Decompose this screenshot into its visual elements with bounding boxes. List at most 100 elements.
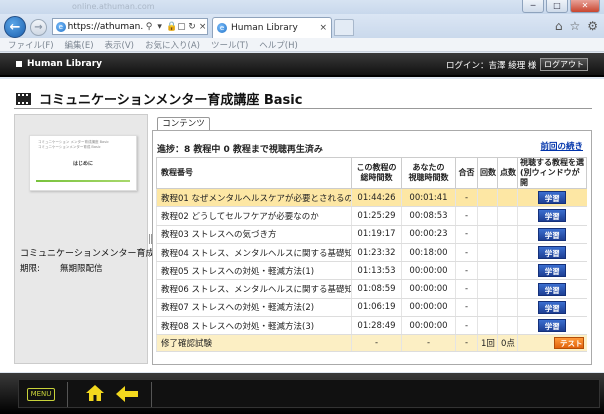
- tab-title: Human Library: [231, 23, 298, 33]
- logout-button[interactable]: ログアウト: [540, 58, 588, 71]
- lesson-count: [477, 316, 498, 336]
- thumbnail-heading: はじめに: [72, 161, 93, 167]
- dropdown-icon[interactable]: ▾: [155, 22, 164, 32]
- study-button[interactable]: 学習: [538, 227, 567, 241]
- tab-contents[interactable]: コンテンツ: [157, 117, 210, 131]
- lesson-score: [497, 261, 518, 281]
- lesson-name: 教程03 ストレスへの気づき方: [156, 225, 352, 244]
- lesson-score: [497, 206, 518, 226]
- page-title: コミュニケーションメンター育成講座 Basic: [16, 89, 302, 108]
- lessons-table: 教程番号 この教程の 総時間数 あなたの 視聴時間数 合否 回数 点数 視聴する…: [156, 157, 587, 353]
- test-button[interactable]: テスト: [553, 337, 584, 350]
- stop-icon[interactable]: ×: [198, 22, 207, 32]
- browser-forward-button[interactable]: →: [30, 19, 47, 36]
- site-header: Human Library ログイン：吉澤 綾理 様 ログアウト: [0, 53, 604, 77]
- study-button[interactable]: 学習: [538, 264, 567, 278]
- brand: Human Library: [16, 59, 102, 69]
- lesson-action-cell: 学習: [517, 188, 587, 208]
- menu-edit[interactable]: 編集(E): [65, 39, 94, 51]
- lesson-name: 教程05 ストレスへの対処・軽減方法(1): [156, 261, 352, 281]
- new-tab-button[interactable]: [334, 19, 354, 36]
- lesson-your-time: 00:18:00: [401, 243, 456, 263]
- period-label: 期限:: [20, 264, 40, 274]
- lesson-score: [497, 243, 518, 263]
- lesson-name: 教程06 ストレス、メンタルヘルスに関する基礎知識(2): [156, 279, 352, 299]
- lesson-count: [477, 243, 498, 263]
- lesson-action-cell: 学習: [517, 316, 587, 336]
- lesson-pass: -: [455, 279, 478, 299]
- table-row: 教程06 ストレス、メンタルヘルスに関する基礎知識(2)01:08:5900:0…: [156, 279, 587, 299]
- tab-close-icon[interactable]: ×: [319, 23, 327, 33]
- table-row: 教程04 ストレス、メンタルヘルスに関する基礎知識(1)01:23:3200:1…: [156, 243, 587, 263]
- compat-icon[interactable]: ▢: [177, 22, 186, 32]
- lesson-name: 教程02 どうしてセルフケアが必要なのか: [156, 206, 352, 226]
- refresh-icon[interactable]: ↻: [188, 22, 197, 32]
- title-divider: [14, 108, 592, 109]
- lesson-pass: -: [455, 243, 478, 263]
- ie-favicon-icon: e: [56, 21, 66, 32]
- table-row: 教程03 ストレスへの気づき方 01:19:17 00:00:23- 学習: [156, 225, 587, 244]
- menu-help[interactable]: ヘルプ(H): [259, 39, 298, 51]
- menu-view[interactable]: 表示(V): [105, 39, 134, 51]
- lesson-count: [477, 261, 498, 281]
- lesson-pass: -: [455, 298, 478, 318]
- lesson-count: [477, 225, 498, 244]
- menu-file[interactable]: ファイル(F): [8, 39, 54, 51]
- lesson-total-time: 01:06:19: [351, 298, 402, 318]
- study-button[interactable]: 学習: [538, 209, 567, 223]
- col-header-total: この教程の 総時間数: [351, 157, 402, 189]
- table-row: 教程02 どうしてセルフケアが必要なのか 01:25:29 00:08:53- 学習: [156, 206, 587, 226]
- table-row: 教程08 ストレスへの対処・軽減方法(3) 01:28:49 00:00:00- 学習: [156, 316, 587, 336]
- toolbar-icons: ⌂ ☆ ⚙: [555, 19, 598, 33]
- maximize-button[interactable]: □: [546, 0, 568, 13]
- final-total: -: [351, 334, 402, 353]
- favorites-star-icon[interactable]: ☆: [569, 19, 580, 33]
- home-icon[interactable]: ⌂: [555, 19, 563, 33]
- lesson-name: 教程07 ストレスへの対処・軽減方法(2): [156, 298, 352, 318]
- close-window-button[interactable]: ✕: [570, 0, 600, 13]
- study-button[interactable]: 学習: [538, 191, 567, 205]
- lesson-pass: -: [455, 188, 478, 208]
- address-url[interactable]: https://athuman.n: [68, 22, 143, 32]
- study-button[interactable]: 学習: [538, 319, 567, 333]
- address-bar[interactable]: e https://athuman.n ⚲ ▾ 🔒 ▢ ↻ ×: [52, 18, 208, 35]
- footer-divider: [67, 382, 68, 407]
- sidebar-course-name: コミュニケーションメンター育成講: [20, 249, 164, 259]
- menu-favorites[interactable]: お気に入り(A): [145, 39, 200, 51]
- table-row: 教程07 ストレスへの対処・軽減方法(2) 01:06:19 00:00:00- 学習: [156, 298, 587, 318]
- course-thumbnail[interactable]: コミュニケーション メンター育成講座 Basic コミュニケーションメンター育成…: [29, 135, 137, 191]
- browser-tab-active[interactable]: e Human Library ×: [212, 17, 332, 38]
- lesson-your-time: 00:08:53: [401, 206, 456, 226]
- menu-tools[interactable]: ツール(T): [211, 39, 248, 51]
- study-button[interactable]: 学習: [538, 282, 567, 296]
- col-header-pass: 合否: [455, 157, 478, 189]
- settings-gear-icon[interactable]: ⚙: [587, 19, 598, 33]
- course-title-text: コミュニケーションメンター育成講座 Basic: [39, 93, 303, 108]
- study-button[interactable]: 学習: [538, 300, 567, 314]
- back-arrow-button-icon[interactable]: [116, 386, 138, 402]
- search-icon[interactable]: ⚲: [145, 22, 154, 32]
- study-button[interactable]: 学習: [538, 246, 567, 260]
- menu-button[interactable]: MENU: [27, 388, 55, 401]
- browser-back-button[interactable]: ←: [4, 16, 26, 38]
- resume-link[interactable]: 前回の続き: [540, 140, 583, 152]
- final-test-name: 修了確認試験: [156, 334, 352, 353]
- lesson-your-time: 00:01:41: [401, 188, 456, 208]
- minimize-button[interactable]: ─: [522, 0, 544, 13]
- lesson-score: [497, 298, 518, 318]
- page-body: コミュニケーションメンター育成講座 Basic コミュニケーション メンター育成…: [0, 79, 604, 372]
- lock-icon[interactable]: 🔒: [166, 22, 177, 32]
- lesson-name: 教程01 なぜメンタルヘルスケアが必要とされるのか: [156, 188, 352, 208]
- lesson-your-time: 00:00:00: [401, 316, 456, 336]
- brand-name: Human Library: [27, 59, 103, 69]
- lesson-your-time: 00:00:00: [401, 298, 456, 318]
- final-action-cell: テスト: [517, 334, 587, 353]
- lesson-pass: -: [455, 261, 478, 281]
- window-controls: ─ □ ✕: [522, 0, 600, 13]
- home-button-icon[interactable]: [85, 383, 105, 403]
- lesson-pass: -: [455, 225, 478, 244]
- thumbnail-text: コミュニケーション メンター育成講座 Basic コミュニケーションメンター育成…: [38, 140, 109, 150]
- lesson-score: [497, 279, 518, 299]
- final-count: 1回: [477, 334, 498, 353]
- lesson-total-time: 01:28:49: [351, 316, 402, 336]
